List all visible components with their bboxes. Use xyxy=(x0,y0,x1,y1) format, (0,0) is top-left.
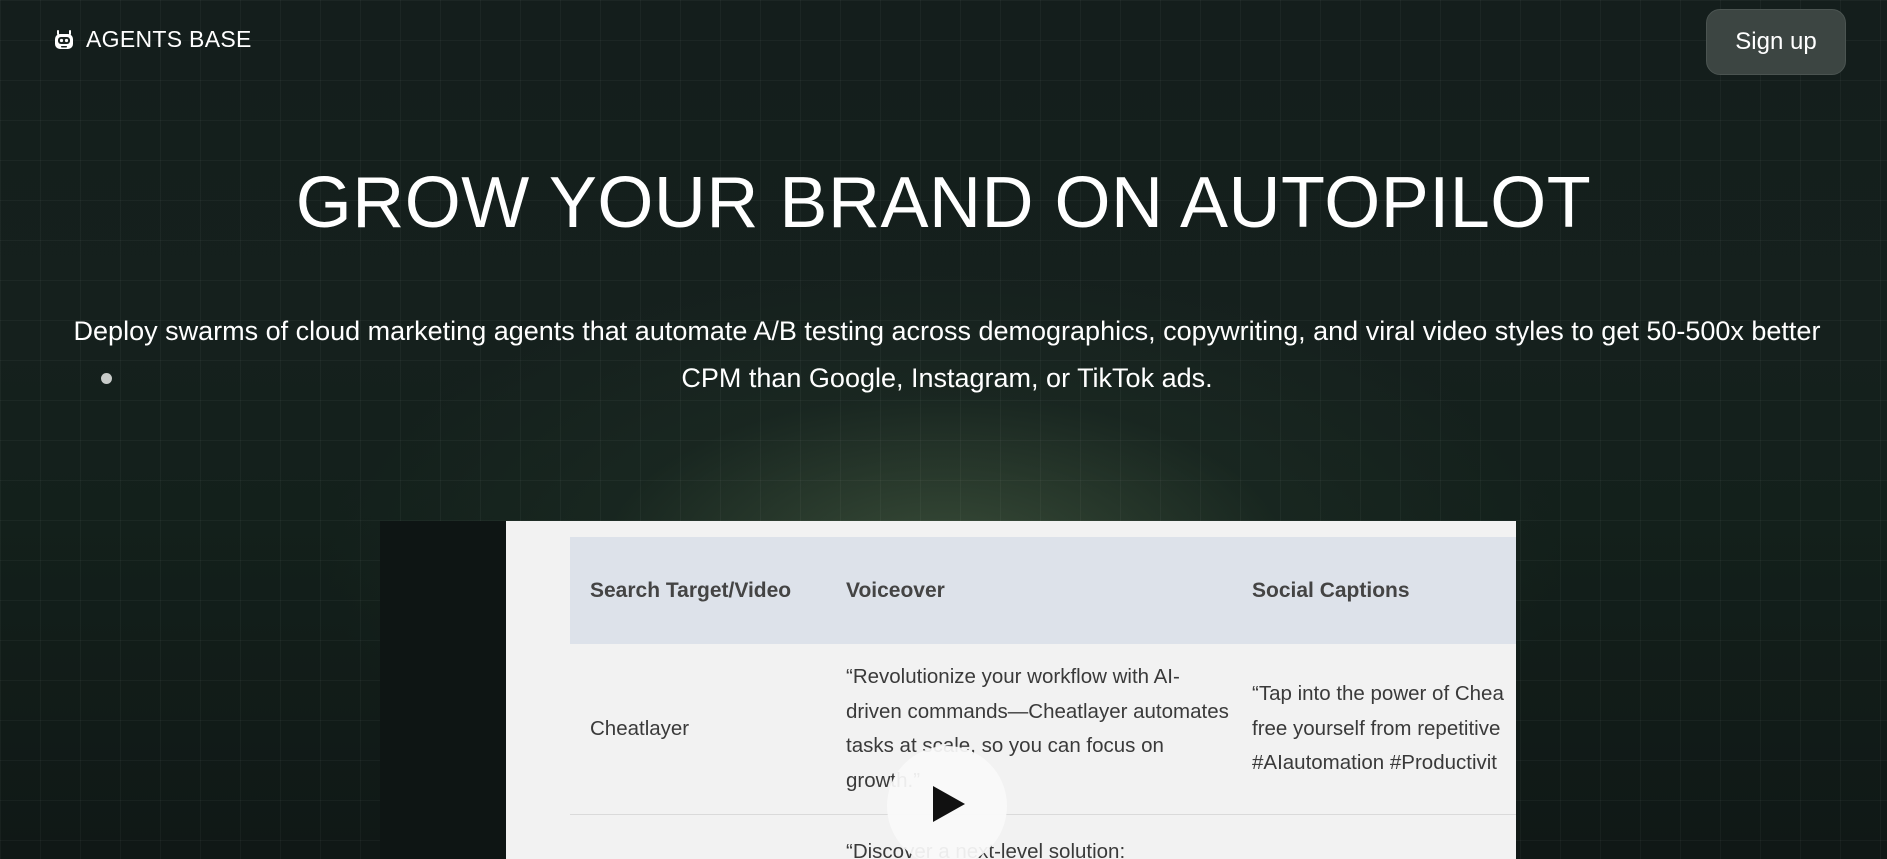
caption-line: free yourself from repetitive xyxy=(1252,716,1501,740)
decorative-dot xyxy=(101,373,112,384)
robot-icon xyxy=(52,28,76,52)
hero-title: GROW YOUR BRAND ON AUTOPILOT xyxy=(295,163,1592,243)
brand-name: AGENTS BASE xyxy=(86,26,252,52)
brand-logo-link[interactable]: AGENTS BASE xyxy=(52,26,252,53)
hero-subtitle: Deploy swarms of cloud marketing agents … xyxy=(73,316,1821,393)
video-frame-content: Search Target/Video Voiceover Social Cap… xyxy=(506,521,1516,859)
caption-line: #AIautomation #Productivit xyxy=(1252,751,1497,775)
caption-line: “Tap into the power of Chea xyxy=(1252,682,1504,706)
cell-search-target xyxy=(570,835,826,859)
column-header-voiceover: Voiceover xyxy=(846,578,945,602)
cell-voiceover: “Revolutionize your workflow with AI-dri… xyxy=(846,665,1229,792)
column-header-social-captions: Social Captions xyxy=(1252,578,1410,602)
play-button[interactable] xyxy=(887,746,1007,859)
spreadsheet-preview: Search Target/Video Voiceover Social Cap… xyxy=(570,537,1516,859)
table-header-row: Search Target/Video Voiceover Social Cap… xyxy=(570,537,1516,644)
cell-social-captions: “Tap into the power of Chea free yoursel… xyxy=(1232,677,1516,781)
cell-search-target: Cheatlayer xyxy=(590,716,690,740)
play-icon xyxy=(925,782,969,831)
column-header-search-target: Search Target/Video xyxy=(590,578,792,602)
cell-voiceover: “Discover a next-level solution: xyxy=(846,840,1126,859)
signup-button[interactable]: Sign up xyxy=(1706,9,1846,75)
table-row: “Discover a next-level solution: xyxy=(570,815,1516,859)
table-row: Cheatlayer “Revolutionize your workflow … xyxy=(570,644,1516,815)
landing-page: AGENTS BASE Sign up GROW YOUR BRAND ON A… xyxy=(0,0,1887,859)
